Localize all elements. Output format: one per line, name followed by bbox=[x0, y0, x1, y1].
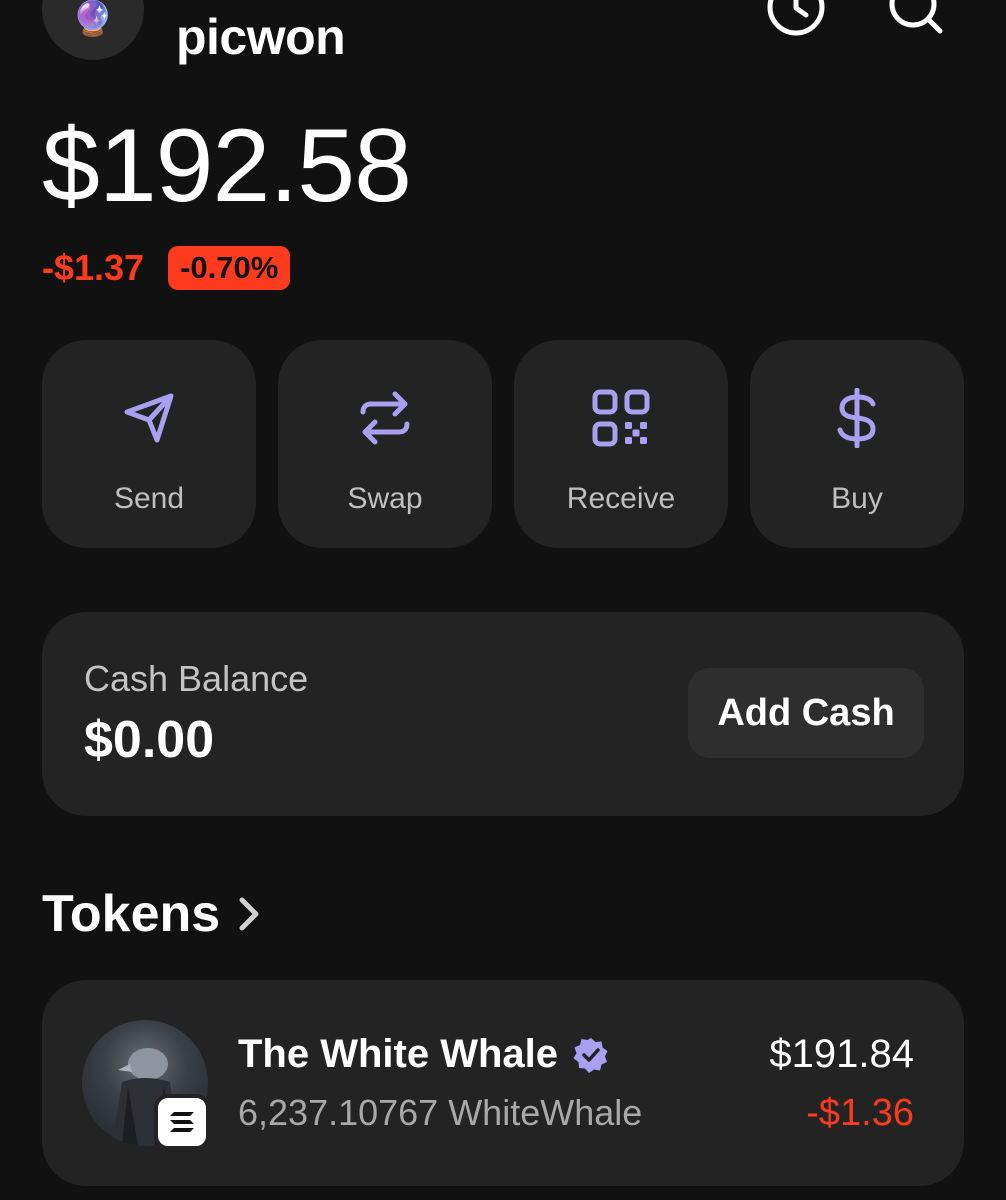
swap-label: Swap bbox=[347, 482, 423, 515]
crystal-ball-icon: 🔮 bbox=[71, 0, 115, 38]
qr-code-icon bbox=[587, 384, 655, 452]
balance-change-amount: -$1.37 bbox=[42, 247, 145, 288]
swap-icon bbox=[351, 384, 419, 452]
search-icon bbox=[889, 0, 943, 34]
tokens-section-header[interactable]: Tokens bbox=[42, 884, 264, 944]
dollar-icon bbox=[823, 384, 891, 452]
buy-button[interactable]: Buy bbox=[750, 340, 964, 548]
send-label: Send bbox=[113, 482, 185, 515]
swap-button[interactable]: Swap bbox=[278, 340, 492, 548]
account-avatar[interactable]: 🔮 bbox=[42, 0, 144, 60]
receive-label: Receive bbox=[566, 482, 676, 515]
send-icon bbox=[115, 384, 183, 452]
token-value: $191.84 bbox=[769, 1032, 914, 1076]
account-username[interactable]: picwon bbox=[176, 8, 346, 66]
token-amount: 6,237.10767 WhiteWhale bbox=[238, 1092, 643, 1133]
send-button[interactable]: Send bbox=[42, 340, 256, 548]
token-name-row: The White Whale bbox=[238, 1032, 610, 1077]
tokens-title: Tokens bbox=[42, 885, 221, 943]
cash-balance-value: $0.00 bbox=[84, 711, 215, 769]
search-button[interactable] bbox=[884, 0, 948, 42]
solana-chain-badge bbox=[154, 1094, 210, 1150]
token-change: -$1.36 bbox=[806, 1092, 914, 1134]
chevron-right-icon bbox=[239, 897, 259, 931]
wallet-home-screen: 🔮 picwon $192.58 -$1.37 -0.70% Send Swap… bbox=[0, 0, 1006, 1200]
clock-icon bbox=[767, 0, 825, 36]
history-button[interactable] bbox=[764, 0, 828, 42]
cash-balance-card: Cash Balance $0.00 Add Cash bbox=[42, 612, 964, 816]
receive-button[interactable]: Receive bbox=[514, 340, 728, 548]
quick-actions: Send Swap Receive Buy bbox=[42, 340, 964, 548]
buy-label: Buy bbox=[831, 482, 883, 515]
token-row[interactable]: The White Whale 6,237.10767 WhiteWhale $… bbox=[42, 980, 964, 1186]
add-cash-button[interactable]: Add Cash bbox=[688, 668, 924, 758]
token-name: The White Whale bbox=[238, 1032, 558, 1076]
cash-balance-label: Cash Balance bbox=[84, 658, 309, 699]
balance-change-row: -$1.37 -0.70% bbox=[42, 246, 291, 290]
solana-icon bbox=[170, 1112, 194, 1132]
portfolio-balance: $192.58 bbox=[42, 108, 412, 224]
verified-badge-icon bbox=[573, 1037, 608, 1073]
balance-change-percent-badge: -0.70% bbox=[168, 246, 291, 290]
